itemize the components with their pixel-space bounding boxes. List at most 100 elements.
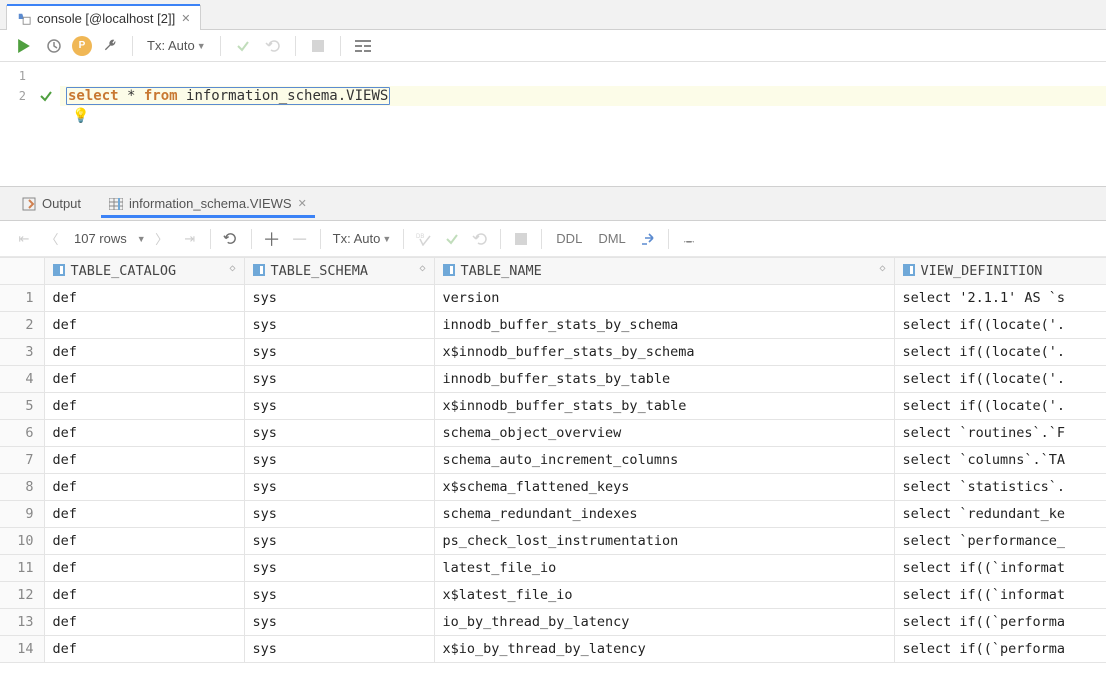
cell[interactable]: sys — [244, 285, 434, 312]
cell[interactable]: select '2.1.1' AS `s — [894, 285, 1106, 312]
table-row[interactable]: 13defsysio_by_thread_by_latencyselect if… — [0, 609, 1106, 636]
first-page-icon[interactable]: ⇤ — [12, 227, 36, 251]
export-icon[interactable] — [636, 227, 660, 251]
chevron-down-icon[interactable]: ▼ — [137, 234, 146, 244]
column-header[interactable]: TABLE_SCHEMA◇ — [244, 258, 434, 285]
table-row[interactable]: 3defsysx$innodb_buffer_stats_by_schemase… — [0, 339, 1106, 366]
table-row[interactable]: 5defsysx$innodb_buffer_stats_by_tablesel… — [0, 393, 1106, 420]
cell[interactable]: def — [44, 609, 244, 636]
cell[interactable]: x$schema_flattened_keys — [434, 474, 894, 501]
cell[interactable]: select `routines`.`F — [894, 420, 1106, 447]
pin-icon[interactable] — [677, 227, 701, 251]
tab-results[interactable]: information_schema.VIEWS ✕ — [97, 190, 319, 217]
table-row[interactable]: 2defsysinnodb_buffer_stats_by_schemasele… — [0, 312, 1106, 339]
submit-icon[interactable]: DB — [412, 227, 436, 251]
cell[interactable]: sys — [244, 582, 434, 609]
table-row[interactable]: 1defsysversionselect '2.1.1' AS `s — [0, 285, 1106, 312]
cell[interactable]: x$innodb_buffer_stats_by_schema — [434, 339, 894, 366]
cell[interactable]: innodb_buffer_stats_by_schema — [434, 312, 894, 339]
cell[interactable]: select if((locate('. — [894, 339, 1106, 366]
cell[interactable]: select if((locate('. — [894, 393, 1106, 420]
last-page-icon[interactable]: ⇥ — [178, 227, 202, 251]
cell[interactable]: sys — [244, 501, 434, 528]
cell[interactable]: x$innodb_buffer_stats_by_table — [434, 393, 894, 420]
cell[interactable]: def — [44, 366, 244, 393]
view-mode-icon[interactable] — [351, 34, 375, 58]
cell[interactable]: select if((`performa — [894, 636, 1106, 663]
cell[interactable]: def — [44, 420, 244, 447]
sql-editor[interactable]: 1 2 select * from information_schema.VIE… — [0, 62, 1106, 187]
dml-button[interactable]: DML — [592, 231, 631, 246]
cell[interactable]: sys — [244, 528, 434, 555]
cell[interactable]: def — [44, 582, 244, 609]
cell[interactable]: select if((`performa — [894, 609, 1106, 636]
table-row[interactable]: 11defsyslatest_file_ioselect if((`inform… — [0, 555, 1106, 582]
cell[interactable]: x$io_by_thread_by_latency — [434, 636, 894, 663]
table-row[interactable]: 14defsysx$io_by_thread_by_latencyselect … — [0, 636, 1106, 663]
tx-mode-dropdown[interactable]: Tx: Auto ▼ — [143, 38, 210, 53]
cell[interactable]: latest_file_io — [434, 555, 894, 582]
cell[interactable]: sys — [244, 447, 434, 474]
table-row[interactable]: 4defsysinnodb_buffer_stats_by_tableselec… — [0, 366, 1106, 393]
tx-mode-dropdown[interactable]: Tx: Auto ▼ — [329, 231, 396, 246]
cell[interactable]: select `performance_ — [894, 528, 1106, 555]
cell[interactable]: sys — [244, 609, 434, 636]
editor-tab-console[interactable]: console [@localhost [2]] ✕ — [6, 5, 201, 30]
cell[interactable]: select if((`informat — [894, 555, 1106, 582]
cell[interactable]: def — [44, 339, 244, 366]
cell[interactable]: def — [44, 474, 244, 501]
tab-output[interactable]: Output — [10, 190, 93, 217]
rollback-icon[interactable] — [468, 227, 492, 251]
intention-bulb-icon[interactable]: 💡 — [72, 106, 89, 126]
row-count-label[interactable]: 107 rows — [68, 231, 133, 246]
cell[interactable]: def — [44, 555, 244, 582]
cell[interactable]: sys — [244, 312, 434, 339]
explain-plan-icon[interactable]: P — [72, 36, 92, 56]
cell[interactable]: sys — [244, 555, 434, 582]
sort-icon[interactable]: ◇ — [229, 263, 235, 274]
close-icon[interactable]: ✕ — [181, 12, 190, 25]
stop-icon[interactable] — [509, 227, 533, 251]
code-area[interactable]: select * from information_schema.VIEWS 💡 — [60, 62, 1106, 186]
history-icon[interactable] — [42, 34, 66, 58]
cell[interactable]: version — [434, 285, 894, 312]
cell[interactable]: sys — [244, 366, 434, 393]
table-row[interactable]: 7defsysschema_auto_increment_columnssele… — [0, 447, 1106, 474]
cell[interactable]: sys — [244, 339, 434, 366]
cell[interactable]: def — [44, 447, 244, 474]
cell[interactable]: ps_check_lost_instrumentation — [434, 528, 894, 555]
table-row[interactable]: 10defsysps_check_lost_instrumentationsel… — [0, 528, 1106, 555]
commit-icon[interactable] — [440, 227, 464, 251]
cell[interactable]: schema_auto_increment_columns — [434, 447, 894, 474]
column-header[interactable]: TABLE_NAME◇ — [434, 258, 894, 285]
cell[interactable]: def — [44, 312, 244, 339]
cell[interactable]: schema_redundant_indexes — [434, 501, 894, 528]
cell[interactable]: schema_object_overview — [434, 420, 894, 447]
close-icon[interactable]: ✕ — [298, 197, 307, 210]
cell[interactable]: select if((locate('. — [894, 312, 1106, 339]
cell[interactable]: select `statistics`. — [894, 474, 1106, 501]
next-page-icon[interactable]: 〉 — [150, 227, 174, 251]
cell[interactable]: select if((`informat — [894, 582, 1106, 609]
ddl-button[interactable]: DDL — [550, 231, 588, 246]
remove-row-icon[interactable]: － — [288, 227, 312, 251]
cell[interactable]: select `columns`.`TA — [894, 447, 1106, 474]
table-row[interactable]: 8defsysx$schema_flattened_keysselect `st… — [0, 474, 1106, 501]
cell[interactable]: sys — [244, 474, 434, 501]
table-row[interactable]: 12defsysx$latest_file_ioselect if((`info… — [0, 582, 1106, 609]
cell[interactable]: def — [44, 393, 244, 420]
prev-page-icon[interactable]: 〈 — [40, 227, 64, 251]
sort-icon[interactable]: ◇ — [879, 263, 885, 274]
reload-icon[interactable] — [219, 227, 243, 251]
sql-statement[interactable]: select * from information_schema.VIEWS — [60, 86, 1106, 106]
cell[interactable]: def — [44, 501, 244, 528]
cell[interactable]: select if((locate('. — [894, 366, 1106, 393]
run-icon[interactable] — [12, 34, 36, 58]
rollback-icon[interactable] — [261, 34, 285, 58]
cell[interactable]: def — [44, 285, 244, 312]
add-row-icon[interactable]: ＋ — [260, 227, 284, 251]
sort-icon[interactable]: ◇ — [419, 263, 425, 274]
cell[interactable]: def — [44, 528, 244, 555]
commit-icon[interactable] — [231, 34, 255, 58]
table-row[interactable]: 9defsysschema_redundant_indexesselect `r… — [0, 501, 1106, 528]
